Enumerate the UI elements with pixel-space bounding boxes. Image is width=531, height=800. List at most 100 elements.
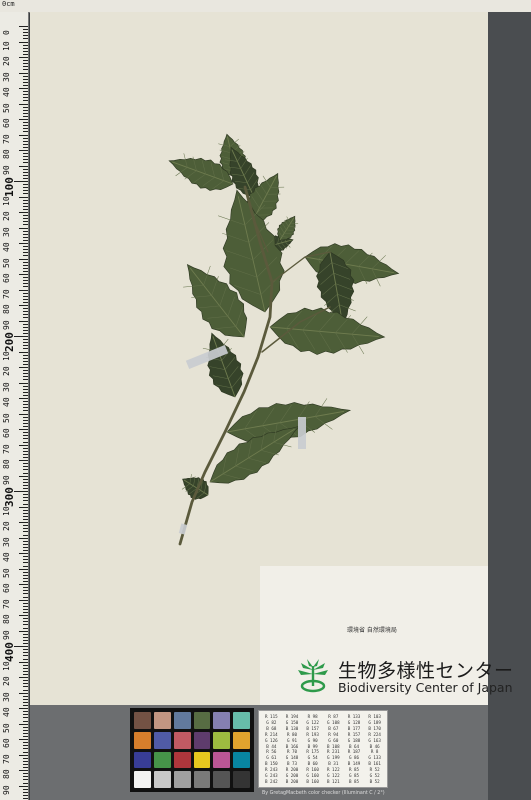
ruler-tick-label: 60: [2, 118, 11, 129]
ruler-tick: [19, 243, 28, 245]
ruler-minor-tick: [23, 342, 28, 344]
ruler-tick: [19, 785, 28, 787]
color-swatch: [233, 751, 250, 769]
ruler-tick: [19, 134, 28, 136]
color-swatch: [173, 731, 191, 749]
color-value-cell: B 52: [369, 779, 380, 785]
ruler-minor-tick: [23, 667, 28, 669]
ruler-minor-tick: [23, 410, 28, 412]
ruler-minor-tick: [23, 50, 28, 52]
leaf: [202, 332, 244, 398]
ruler-tick: [19, 305, 28, 307]
ruler-tick-label: 20: [2, 211, 11, 222]
ruler-minor-tick: [23, 497, 28, 499]
tree-logo-icon: [298, 659, 328, 693]
ruler-minor-tick: [23, 643, 28, 645]
ruler-minor-tick: [23, 286, 28, 288]
color-value-cell: G 189: [368, 719, 381, 725]
color-value-cell: G 126: [265, 737, 278, 743]
ruler-minor-tick: [23, 760, 28, 762]
ruler-minor-tick: [23, 100, 28, 102]
color-value-cell: B 177: [347, 725, 361, 731]
ruler-minor-tick: [23, 140, 28, 142]
ruler-tick-label: 80: [2, 304, 11, 315]
ruler-minor-tick: [23, 270, 28, 272]
ruler-tick: [19, 739, 28, 741]
ruler-tick-label: 10: [2, 350, 11, 361]
ruler-minor-tick: [23, 143, 28, 145]
ruler-minor-tick: [23, 177, 28, 179]
color-value-cell: G 52: [369, 773, 380, 779]
color-swatch: [233, 712, 250, 729]
ruler-tick-label: 20: [2, 521, 11, 532]
ruler-minor-tick: [23, 680, 28, 682]
ruler-minor-tick: [23, 394, 28, 396]
color-swatch: [233, 771, 250, 788]
ruler-tick-label: 200: [3, 332, 16, 353]
ruler-tick: [19, 351, 28, 353]
ruler-tick: [19, 568, 28, 570]
color-value-cell: B 73: [286, 761, 298, 767]
ruler-minor-tick: [23, 652, 28, 654]
color-value-cell: R 231: [327, 749, 340, 755]
ruler-minor-tick: [23, 695, 28, 697]
ruler-tick-label: 10: [2, 505, 11, 516]
ruler-minor-tick: [23, 401, 28, 403]
color-swatch: [233, 731, 250, 749]
ruler-minor-tick: [23, 301, 28, 303]
color-value-cell: R 115: [265, 713, 278, 719]
ruler-tick: [19, 165, 28, 167]
ruler-minor-tick: [23, 729, 28, 731]
ruler-minor-tick: [23, 670, 28, 672]
ruler-minor-tick: [23, 267, 28, 269]
ruler-minor-tick: [23, 488, 28, 490]
ruler-minor-tick: [23, 773, 28, 775]
ruler-minor-tick: [23, 329, 28, 331]
ruler-tick-label: 300: [3, 487, 16, 508]
leaf: [181, 474, 209, 500]
ruler-tick: [19, 72, 28, 74]
color-swatch: [153, 771, 171, 788]
ruler-minor-tick: [23, 407, 28, 409]
color-value-cell: B 149: [347, 761, 361, 767]
ruler-tick: [19, 475, 28, 477]
ruler-minor-tick: [23, 435, 28, 437]
color-swatch: [173, 771, 191, 788]
ruler-minor-tick: [23, 292, 28, 294]
ruler-minor-tick: [23, 332, 28, 334]
ruler-minor-tick: [23, 215, 28, 217]
color-value-cell: B 68: [266, 725, 277, 731]
ruler-minor-tick: [23, 261, 28, 263]
ruler-minor-tick: [23, 317, 28, 319]
ruler-tick: [19, 320, 28, 322]
ruler-minor-tick: [23, 788, 28, 790]
color-value-cell: R 70: [286, 749, 298, 755]
color-swatch: [193, 712, 211, 729]
color-swatch: [173, 712, 191, 729]
ruler-minor-tick: [23, 44, 28, 46]
ruler-minor-tick: [23, 122, 28, 124]
color-value-cell: R 85: [348, 767, 360, 773]
ruler-tick-label: 90: [2, 319, 11, 330]
color-value-cell: B 108: [327, 743, 340, 749]
ruler-tick-label: 70: [2, 599, 11, 609]
ruler-tick-label: 30: [2, 226, 11, 237]
ruler-minor-tick: [23, 779, 28, 781]
ruler-minor-tick: [23, 636, 28, 638]
ruler-minor-tick: [23, 35, 28, 37]
ruler-tick: [19, 212, 28, 214]
color-value-cell: B 242: [265, 779, 278, 785]
ruler-tick-label: 70: [2, 443, 11, 454]
ruler-minor-tick: [23, 109, 28, 111]
ruler-tick-label: 30: [2, 536, 11, 547]
color-value-cell: G 122: [306, 719, 319, 725]
ruler-minor-tick: [23, 357, 28, 359]
ruler-minor-tick: [23, 732, 28, 734]
ruler-minor-tick: [23, 776, 28, 778]
ruler-minor-tick: [23, 354, 28, 356]
ruler-tick: [19, 630, 28, 632]
ruler-minor-tick: [23, 246, 28, 248]
ruler-tick-label: 50: [2, 102, 11, 113]
color-value-cell: R 103: [368, 713, 381, 719]
ruler-minor-tick: [23, 782, 28, 784]
